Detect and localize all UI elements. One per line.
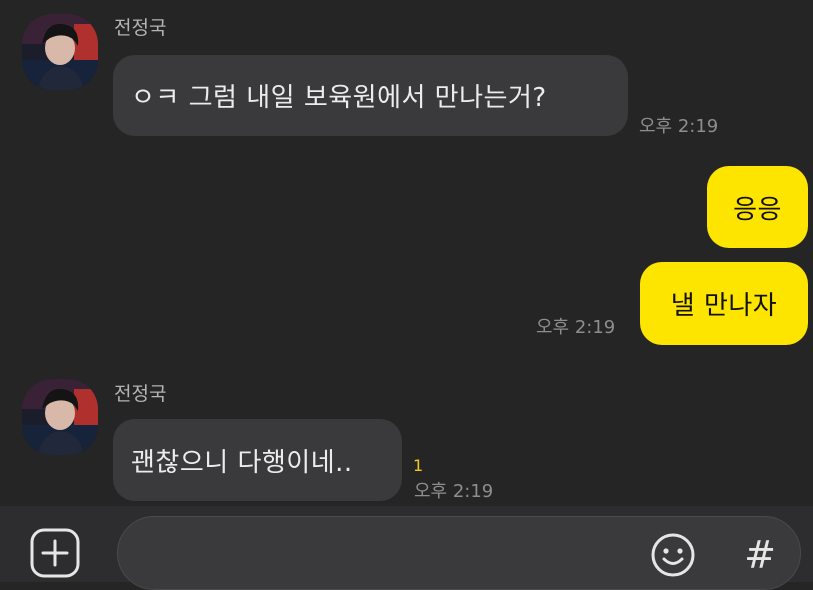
message-input-bar: #	[0, 506, 813, 590]
hashtag-search-button[interactable]: #	[740, 530, 780, 580]
sender-name: 전정국	[114, 383, 167, 405]
sender-name: 전정국	[114, 17, 167, 39]
unread-count: 1	[413, 456, 424, 475]
sender-avatar[interactable]	[22, 14, 98, 90]
message-input[interactable]	[117, 516, 801, 590]
outgoing-message-bubble[interactable]: 낼 만나자	[640, 262, 808, 345]
sender-avatar[interactable]	[22, 379, 98, 455]
incoming-message-bubble[interactable]: ㅇㅋ 그럼 내일 보육원에서 만나는거?	[113, 55, 628, 136]
message-time: 오후 2:19	[414, 481, 494, 502]
plus-square-icon[interactable]	[30, 528, 80, 578]
outgoing-message-bubble[interactable]: 응응	[707, 166, 808, 248]
emoji-icon[interactable]	[650, 532, 696, 578]
message-time: 오후 2:19	[536, 317, 616, 338]
message-time: 오후 2:19	[639, 116, 719, 137]
incoming-message-bubble[interactable]: 괜찮으니 다행이네..	[113, 419, 402, 501]
